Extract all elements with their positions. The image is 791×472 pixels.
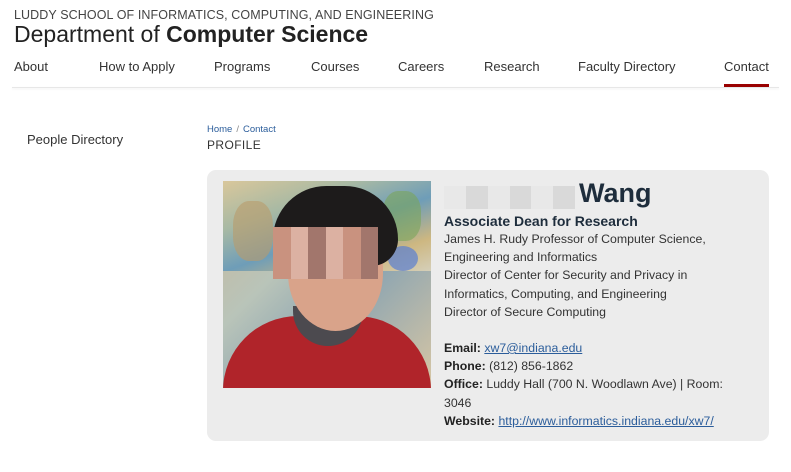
breadcrumb-home[interactable]: Home [207,124,232,135]
nav-contact[interactable]: Contact [724,59,769,74]
name-redaction [444,186,575,209]
nav-divider [12,87,779,88]
email-label: Email: [444,341,481,356]
office-row: Office: Luddy Hall (700 N. Woodlawn Ave)… [444,375,759,393]
email-row: Email: xw7@indiana.edu [444,339,759,357]
breadcrumb-separator: / [236,124,239,135]
face-pixelation [273,227,378,279]
phone-value: (812) 856-1862 [489,359,574,374]
office-label: Office: [444,377,483,392]
page-title: PROFILE [207,138,262,152]
office-value: Luddy Hall (700 N. Woodlawn Ave) | Room: [486,377,723,392]
phone-label: Phone: [444,359,486,374]
profile-title-line: Director of Secure Computing [444,304,606,319]
nav-research[interactable]: Research [484,59,540,74]
office-room: 3046 [444,395,472,410]
nav-how-to-apply[interactable]: How to Apply [99,59,175,74]
profile-photo [223,181,431,388]
main-nav: About How to Apply Programs Courses Care… [0,58,791,88]
breadcrumb: Home / Contact [207,124,276,135]
profile-title-line: Director of Center for Security and Priv… [444,268,688,283]
nav-active-indicator [724,84,769,87]
email-link[interactable]: xw7@indiana.edu [484,341,582,355]
profile-position: Associate Dean for Research [444,213,638,229]
profile-title-line: Informatics, Computing, and Engineering [444,286,667,301]
website-label: Website: [444,413,496,428]
department-title[interactable]: Department of Computer Science [14,21,368,48]
nav-careers[interactable]: Careers [398,59,444,74]
dept-bold: Computer Science [166,21,369,47]
breadcrumb-contact[interactable]: Contact [243,124,276,135]
nav-about[interactable]: About [14,59,48,74]
photo-map-shape [233,201,273,261]
school-name: LUDDY SCHOOL OF INFORMATICS, COMPUTING, … [14,8,434,22]
nav-courses[interactable]: Courses [311,59,359,74]
nav-faculty-directory[interactable]: Faculty Directory [578,59,676,74]
website-link[interactable]: http://www.informatics.indiana.edu/xw7/ [498,414,713,428]
profile-info: Associate Dean for Research James H. Rud… [444,212,759,430]
website-row: Website: http://www.informatics.indiana.… [444,412,759,430]
nav-programs[interactable]: Programs [214,59,270,74]
profile-name: Wang [579,178,652,208]
sidebar-item-people-directory[interactable]: People Directory [27,132,123,147]
profile-title-line: Engineering and Informatics [444,250,598,265]
dept-prefix: Department of [14,21,167,47]
phone-row: Phone: (812) 856-1862 [444,357,759,375]
profile-title-line: James H. Rudy Professor of Computer Scie… [444,232,706,246]
